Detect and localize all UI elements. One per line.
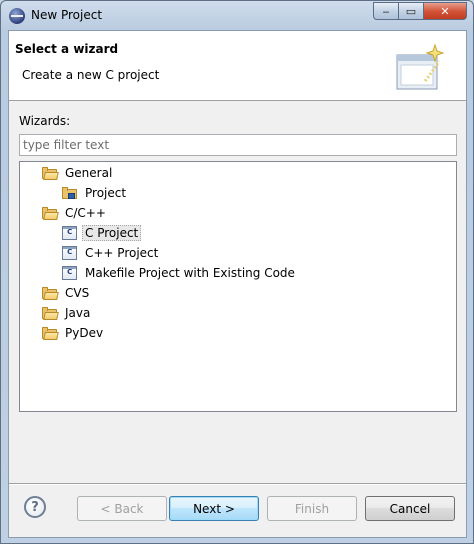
tree-item-pydev[interactable]: PyDev: [42, 323, 106, 343]
back-button[interactable]: < Back: [77, 496, 167, 521]
footer-separator: [9, 483, 466, 485]
tree-item-general[interactable]: General: [42, 163, 115, 183]
tree-item-label: Makefile Project with Existing Code: [85, 266, 295, 280]
filter-input[interactable]: [19, 134, 457, 156]
tree-item-label: General: [65, 166, 113, 180]
eclipse-icon: [9, 8, 25, 24]
tree-item-label: C++ Project: [85, 246, 159, 260]
tree-item-label: PyDev: [65, 326, 104, 340]
project-icon: [62, 186, 78, 200]
cancel-button[interactable]: Cancel: [365, 496, 455, 521]
header-title: Select a wizard: [15, 42, 119, 56]
new-project-dialog: New Project ‒ ▭ ✕ Select a wizard Create…: [0, 0, 474, 544]
header-description: Create a new C project: [22, 68, 160, 82]
folder-icon: [42, 206, 59, 220]
tree-item-java[interactable]: Java: [42, 303, 93, 323]
wizards-label: Wizards:: [19, 114, 71, 128]
minimize-button[interactable]: ‒: [373, 2, 399, 20]
next-button[interactable]: Next >: [169, 496, 259, 521]
wizard-header: Select a wizard Create a new C project: [9, 31, 466, 101]
tree-item-label: C/C++: [65, 206, 106, 220]
tree-item-label: Java: [65, 306, 91, 320]
folder-icon: [42, 326, 59, 340]
c-project-icon: C: [62, 246, 77, 260]
tree-item-project[interactable]: Project: [62, 183, 129, 203]
tree-item-label: Project: [85, 186, 127, 200]
close-button[interactable]: ✕: [424, 2, 467, 20]
tree-item-label: CVS: [65, 286, 90, 300]
maximize-button[interactable]: ▭: [399, 2, 424, 20]
folder-icon: [42, 306, 59, 320]
dialog-body: Select a wizard Create a new C project W…: [8, 30, 467, 538]
folder-icon: [42, 286, 59, 300]
window-title: New Project: [31, 8, 103, 22]
tree-item-label: C Project: [82, 225, 142, 241]
wizard-tree[interactable]: General Project C/C++ C C Project C C++ …: [19, 161, 457, 412]
tree-item-c-cpp[interactable]: C/C++: [42, 203, 109, 223]
folder-icon: [42, 166, 59, 180]
tree-item-c-project[interactable]: C C Project: [62, 223, 142, 243]
tree-item-makefile-project[interactable]: C Makefile Project with Existing Code: [62, 263, 298, 283]
c-project-icon: C: [62, 266, 77, 280]
c-project-icon: C: [62, 226, 77, 240]
title-bar[interactable]: New Project ‒ ▭ ✕: [1, 1, 473, 29]
wizard-sparkle-icon: [396, 43, 445, 90]
window-controls: ‒ ▭ ✕: [373, 2, 467, 20]
help-icon[interactable]: ?: [24, 496, 46, 518]
tree-item-cpp-project[interactable]: C C++ Project: [62, 243, 161, 263]
tree-item-cvs[interactable]: CVS: [42, 283, 92, 303]
finish-button[interactable]: Finish: [267, 496, 357, 521]
